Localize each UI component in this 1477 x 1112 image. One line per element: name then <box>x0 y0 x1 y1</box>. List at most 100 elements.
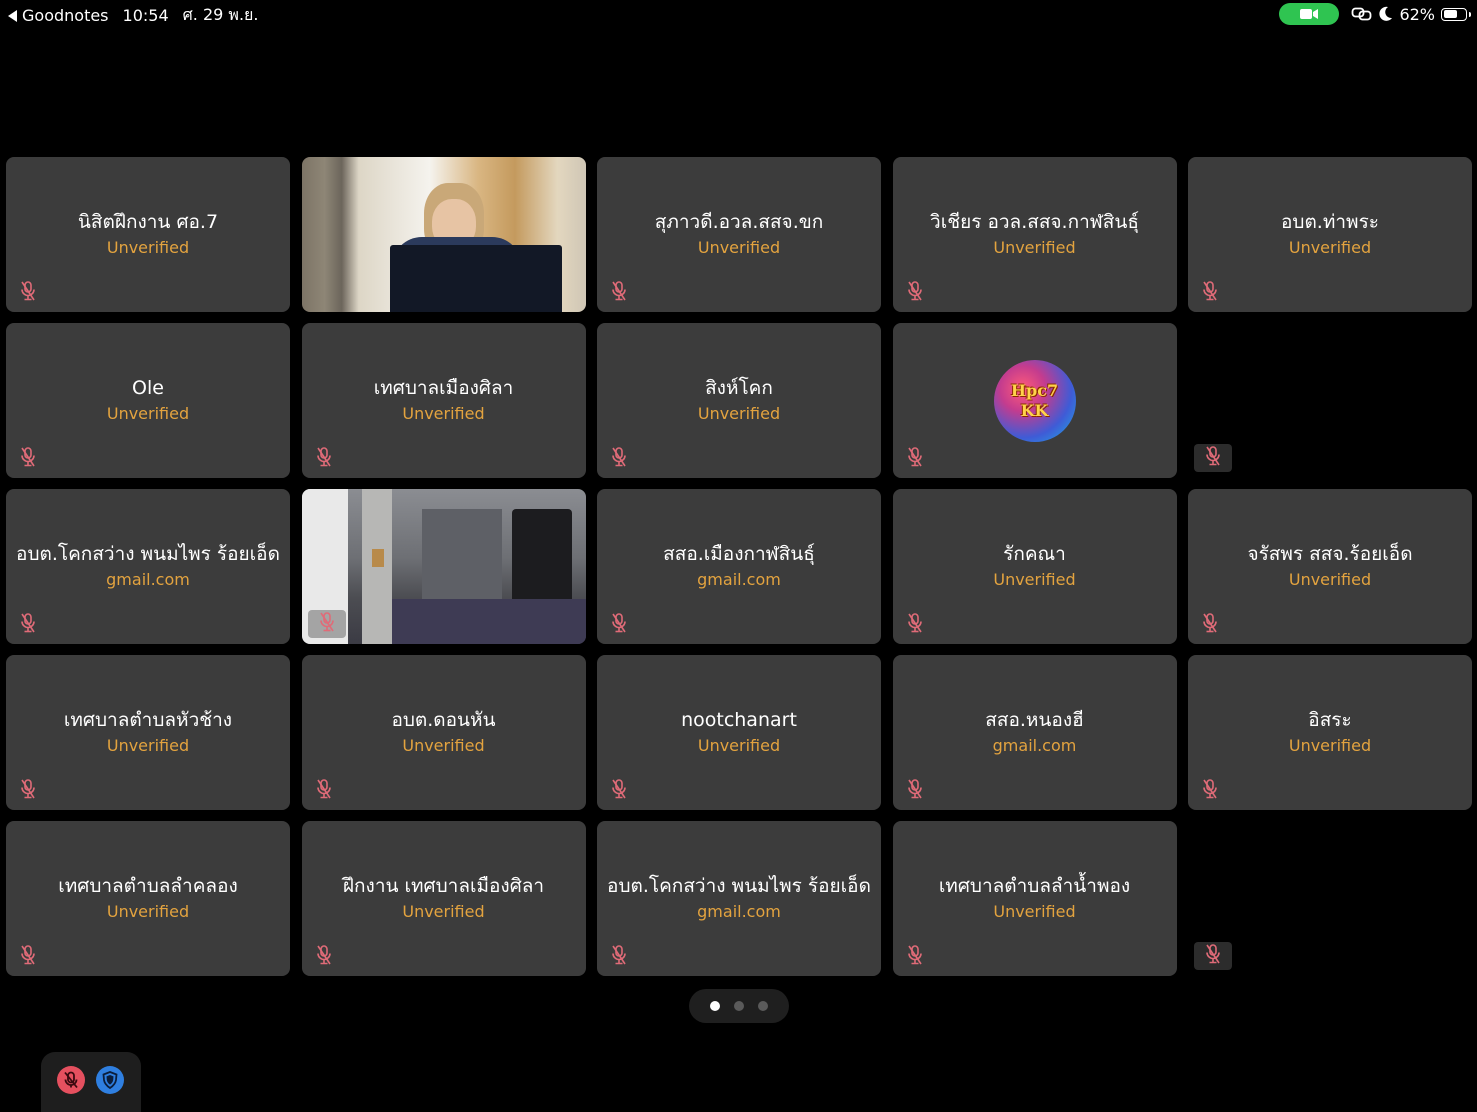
status-bar: Goodnotes 10:54 ศ. 29 พ.ย. 62% <box>0 0 1477 28</box>
status-time: 10:54 <box>122 6 169 25</box>
participant-info: รักคณา Unverified <box>893 541 1177 593</box>
participant-tile[interactable]: สสอ.เมืองกาฬสินธุ์ gmail.com <box>597 489 881 644</box>
status-left: Goodnotes 10:54 ศ. 29 พ.ย. <box>8 3 259 28</box>
participant-status: Unverified <box>106 404 190 423</box>
security-button[interactable] <box>96 1066 124 1094</box>
participant-name: สสอ.หนองฮี <box>985 709 1084 731</box>
unmute-button[interactable] <box>57 1066 85 1094</box>
muted-mic-icon <box>905 778 927 800</box>
participant-tile[interactable]: nootchanart Unverified <box>597 655 881 810</box>
muted-mic-icon <box>905 944 927 966</box>
camera-in-use-indicator[interactable] <box>1279 3 1340 25</box>
battery-icon <box>1441 7 1471 21</box>
participant-tile[interactable]: อบต.ดอนหัน Unverified <box>301 655 586 810</box>
participant-status: Unverified <box>697 404 781 423</box>
participant-tile[interactable]: นิสิตฝึกงาน ศอ.7 Unverified <box>6 157 290 312</box>
participant-tile[interactable]: สุภาวดี.อวล.สสจ.ขก Unverified <box>597 157 881 312</box>
muted-mic-icon <box>609 944 631 966</box>
muted-mic-icon <box>18 280 40 302</box>
status-date: ศ. 29 พ.ย. <box>182 5 259 24</box>
video-feed <box>302 157 586 312</box>
participant-tile[interactable]: อบต.โคกสว่าง พนมไพร ร้อยเอ็ด gmail.com <box>6 489 290 644</box>
muted-mic-icon <box>1200 280 1222 302</box>
muted-mic-icon <box>314 944 336 966</box>
muted-mic-icon <box>1203 445 1223 471</box>
participant-info: อบต.ท่าพระ Unverified <box>1188 209 1472 261</box>
page-dot[interactable] <box>758 1001 768 1011</box>
page-dot[interactable] <box>734 1001 744 1011</box>
moon-icon <box>1379 6 1393 22</box>
participant-tile[interactable]: ฝึกงาน เทศบาลเมืองศิลา Unverified <box>301 821 586 976</box>
participant-tile[interactable]: สสอ.หนองฮี gmail.com <box>892 655 1177 810</box>
battery-percent: 62% <box>1399 4 1435 24</box>
avatar-text-line1: Hpc7 <box>1010 381 1059 400</box>
meeting-controls <box>41 1052 141 1112</box>
muted-mic-icon <box>905 280 927 302</box>
participant-name: สิงห์โคก <box>705 377 773 399</box>
muted-mic-icon <box>609 280 631 302</box>
participant-name: nootchanart <box>681 709 797 731</box>
muted-mic-icon <box>18 446 40 468</box>
muted-mic-icon <box>609 612 631 634</box>
video-camera-icon <box>1300 9 1319 19</box>
back-app-label[interactable]: Goodnotes <box>22 6 109 25</box>
participant-status: gmail.com <box>697 570 781 589</box>
page-indicator[interactable] <box>689 989 789 1023</box>
participant-tile[interactable]: Ole Unverified <box>6 323 290 478</box>
participant-status: Unverified <box>697 238 781 257</box>
participant-name: อบต.ดอนหัน <box>391 709 496 731</box>
participant-avatar-tile[interactable]: Hpc7 KK <box>892 323 1177 478</box>
participant-tile[interactable]: อบต.ท่าพระ Unverified <box>1188 157 1472 312</box>
muted-mic-icon <box>317 611 337 637</box>
muted-mic-icon <box>18 612 40 634</box>
muted-mic-icon <box>18 778 40 800</box>
participant-tile[interactable]: เทศบาลตำบลหัวช้าง Unverified <box>6 655 290 810</box>
participant-tile[interactable]: เทศบาลตำบลลำน้ำพอง Unverified <box>892 821 1177 976</box>
participant-status: Unverified <box>993 570 1076 589</box>
back-arrow-icon[interactable] <box>8 9 17 22</box>
participant-video-tile[interactable] <box>301 489 586 644</box>
muted-mic-icon <box>609 778 631 800</box>
participant-name: อบต.โคกสว่าง พนมไพร ร้อยเอ็ด <box>16 543 280 565</box>
participant-video-tile[interactable] <box>301 157 586 312</box>
participant-tile[interactable]: เทศบาลตำบลลำคลอง Unverified <box>6 821 290 976</box>
participant-info: อบต.ดอนหัน Unverified <box>302 707 586 759</box>
participant-info: nootchanart Unverified <box>597 707 881 759</box>
participant-status: Unverified <box>106 736 190 755</box>
muted-mic-icon <box>1203 943 1223 969</box>
participant-status: Unverified <box>106 902 190 921</box>
participant-info: สสอ.หนองฮี gmail.com <box>893 707 1177 759</box>
participant-tile[interactable]: รักคณา Unverified <box>892 489 1177 644</box>
participant-tile-no-video[interactable] <box>1188 821 1472 976</box>
participant-name: สสอ.เมืองกาฬสินธุ์ <box>663 543 815 565</box>
participant-info: อิสระ Unverified <box>1188 707 1472 759</box>
participant-tile[interactable]: อบต.โคกสว่าง พนมไพร ร้อยเอ็ด gmail.com <box>597 821 881 976</box>
participant-info: สสอ.เมืองกาฬสินธุ์ gmail.com <box>597 541 881 593</box>
participant-name: เทศบาลเมืองศิลา <box>373 377 514 399</box>
page-dot[interactable] <box>710 1001 720 1011</box>
participant-tile[interactable]: จรัสพร สสจ.ร้อยเอ็ด Unverified <box>1188 489 1472 644</box>
screen-mirroring-icon <box>1351 7 1373 21</box>
participant-tile[interactable]: อิสระ Unverified <box>1188 655 1472 810</box>
participant-tile-no-video[interactable] <box>1188 323 1472 478</box>
participant-tile[interactable]: สิงห์โคก Unverified <box>597 323 881 478</box>
participant-name: อบต.ท่าพระ <box>1281 211 1379 233</box>
participant-status: Unverified <box>402 404 485 423</box>
participant-status: gmail.com <box>697 902 781 921</box>
muted-mic-indicator <box>1194 942 1232 970</box>
shield-icon <box>102 1071 118 1089</box>
participant-status: gmail.com <box>106 570 190 589</box>
participant-info: อบต.โคกสว่าง พนมไพร ร้อยเอ็ด gmail.com <box>597 873 881 925</box>
status-right: 62% <box>1279 3 1471 25</box>
muted-mic-icon <box>905 612 927 634</box>
participant-name: ฝึกงาน เทศบาลเมืองศิลา <box>342 875 545 897</box>
participant-name: เทศบาลตำบลหัวช้าง <box>63 709 233 731</box>
participant-info: สิงห์โคก Unverified <box>597 375 881 427</box>
muted-mic-icon <box>18 944 40 966</box>
participant-tile[interactable]: วิเชียร อวล.สสจ.กาฬสินธุ์ Unverified <box>892 157 1177 312</box>
participant-info: วิเชียร อวล.สสจ.กาฬสินธุ์ Unverified <box>893 209 1177 261</box>
participant-status: Unverified <box>697 736 781 755</box>
participant-name: นิสิตฝึกงาน ศอ.7 <box>77 211 219 233</box>
participant-name: รักคณา <box>1003 543 1066 565</box>
participant-tile[interactable]: เทศบาลเมืองศิลา Unverified <box>301 323 586 478</box>
